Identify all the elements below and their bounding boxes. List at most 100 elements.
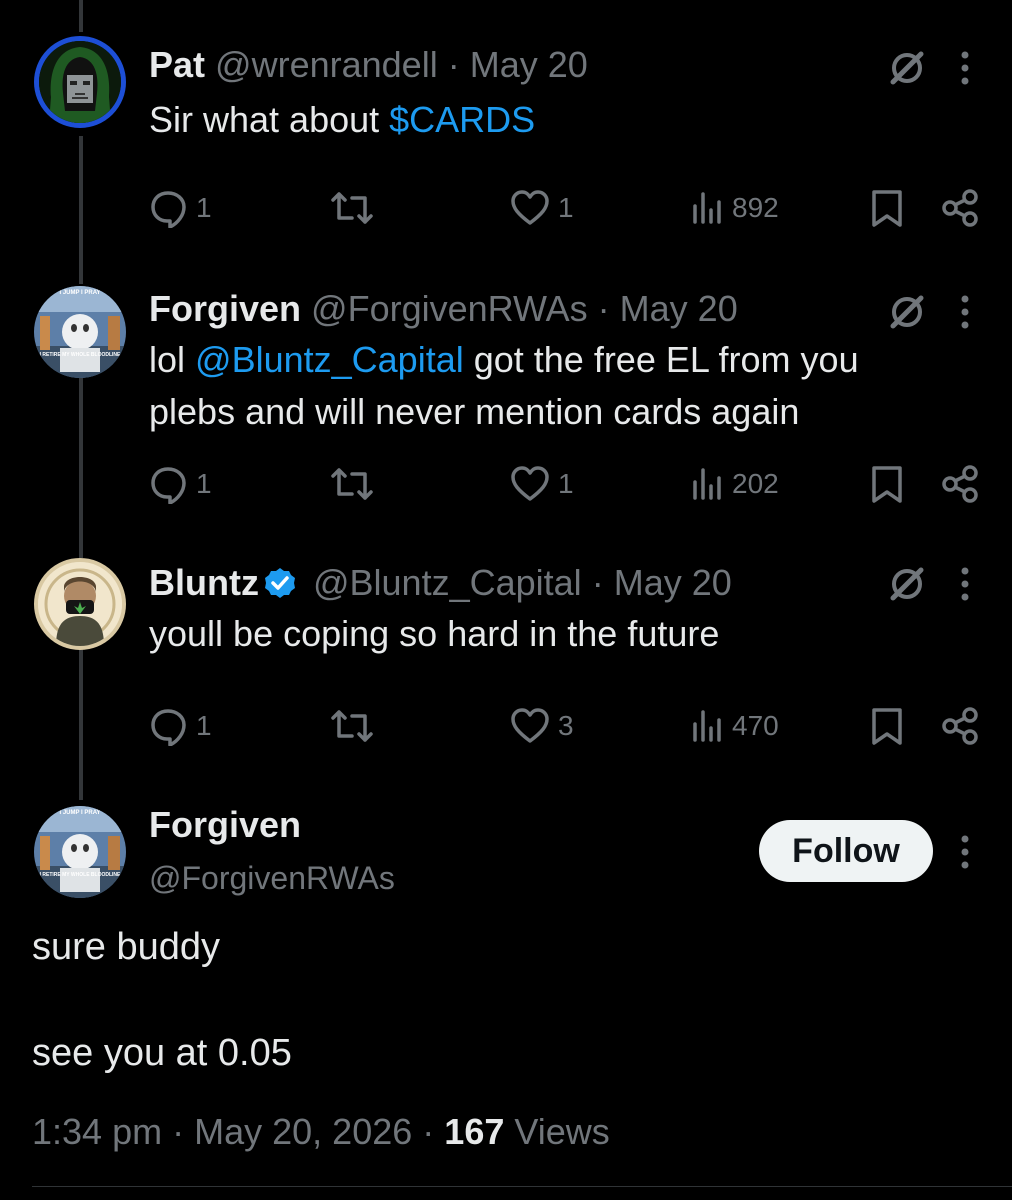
more-icon[interactable] — [955, 48, 975, 88]
view-count: 892 — [732, 192, 779, 223]
mention-link[interactable]: @Bluntz_Capital — [195, 339, 464, 380]
views-label: Views — [504, 1111, 610, 1152]
more-icon[interactable] — [955, 832, 975, 872]
views-icon — [693, 192, 721, 224]
avatar[interactable]: I JUMP I PRAY I RETIRE MY WHOLE BLOODLIN… — [34, 286, 126, 378]
tweet-text-line-2: see you at 0.05 — [32, 1032, 292, 1074]
tweet-pat[interactable]: Pat @wrenrandell · May 20 Sir what about… — [0, 0, 1012, 270]
follow-button[interactable]: Follow — [759, 820, 933, 882]
tweet-bluntz[interactable]: Bluntz @Bluntz_Capital · May 20 youll be… — [0, 540, 1012, 780]
more-icon[interactable] — [955, 292, 975, 332]
author-name[interactable]: Forgiven — [149, 804, 301, 846]
divider — [32, 1186, 1012, 1187]
retweet-icon — [331, 192, 373, 224]
views-icon — [693, 710, 721, 742]
like-icon — [511, 708, 549, 743]
views-button[interactable]: 892 — [692, 188, 779, 228]
grok-icon[interactable] — [887, 292, 927, 332]
reply-count: 1 — [196, 710, 212, 741]
bookmark-icon — [872, 190, 902, 227]
tweet-text: youll be coping so hard in the future — [149, 613, 720, 654]
bookmark-button[interactable] — [870, 464, 904, 504]
retweet-button[interactable] — [330, 706, 374, 746]
action-bar: 1 1 892 — [0, 188, 1012, 238]
like-count: 1 — [558, 192, 574, 223]
share-icon — [942, 465, 978, 503]
avatar-caption-top: I JUMP I PRAY — [59, 810, 101, 816]
retweet-button[interactable] — [330, 464, 374, 504]
like-count: 1 — [558, 468, 574, 499]
views-count: 167 — [444, 1111, 505, 1152]
retweet-button[interactable] — [330, 188, 374, 228]
like-icon — [511, 466, 549, 501]
tweet-time[interactable]: 1:34 pm — [32, 1111, 162, 1152]
author-handle[interactable]: @Bluntz_Capital — [313, 562, 582, 603]
reply-icon — [151, 191, 186, 228]
bluntz-avatar-image — [38, 562, 122, 646]
retweet-icon — [331, 710, 373, 742]
like-button[interactable]: 3 — [510, 706, 574, 746]
grok-icon[interactable] — [887, 48, 927, 88]
grok-icon[interactable] — [887, 564, 927, 604]
forgiven-avatar-image — [34, 806, 126, 898]
separator-dot: · — [591, 562, 604, 603]
cashtag-link[interactable]: $CARDS — [389, 99, 535, 140]
author-handle[interactable]: @wrenrandell — [215, 44, 438, 85]
action-bar: 1 1 202 — [0, 464, 1012, 514]
action-bar: 1 3 470 — [0, 706, 1012, 756]
reply-icon — [151, 709, 186, 746]
view-count: 470 — [732, 710, 779, 741]
author-handle[interactable]: @ForgivenRWAs — [149, 858, 395, 898]
author-name[interactable]: Bluntz — [149, 562, 259, 603]
share-button[interactable] — [940, 464, 980, 504]
like-button[interactable]: 1 — [510, 464, 574, 504]
retweet-icon — [331, 468, 373, 500]
views-button[interactable]: 202 — [692, 464, 779, 504]
tweet-date[interactable]: May 20, 2026 — [194, 1111, 412, 1152]
avatar-caption-bottom: I RETIRE MY WHOLE BLOODLINE — [39, 352, 121, 358]
avatar[interactable]: I JUMP I PRAY I RETIRE MY WHOLE BLOODLIN… — [34, 806, 126, 898]
separator-dot: · — [447, 44, 460, 85]
avatar[interactable] — [34, 558, 126, 650]
reply-count: 1 — [196, 468, 212, 499]
reply-count: 1 — [196, 192, 212, 223]
tweet-text: lol @Bluntz_Capital got the free EL from… — [149, 339, 859, 432]
author-handle[interactable]: @ForgivenRWAs — [311, 288, 588, 329]
reply-button[interactable]: 1 — [148, 464, 212, 504]
author-name[interactable]: Forgiven — [149, 288, 301, 329]
tweet-text: Sir what about $CARDS — [149, 99, 536, 140]
like-button[interactable]: 1 — [510, 188, 574, 228]
bookmark-button[interactable] — [870, 188, 904, 228]
forgiven-avatar-image — [34, 286, 126, 378]
tweet-text-line-1: sure buddy — [32, 926, 221, 968]
separator-dot: · — [172, 1111, 185, 1152]
tweet-forgiven[interactable]: I JUMP I PRAY I RETIRE MY WHOLE BLOODLIN… — [0, 270, 1012, 540]
more-icon[interactable] — [955, 564, 975, 604]
bookmark-icon — [872, 708, 902, 745]
view-count: 202 — [732, 468, 779, 499]
separator-dot: · — [422, 1111, 435, 1152]
views-icon — [693, 468, 721, 500]
avatar[interactable] — [34, 36, 126, 128]
share-button[interactable] — [940, 188, 980, 228]
bookmark-icon — [872, 466, 902, 503]
separator-dot: · — [597, 288, 610, 329]
author-name[interactable]: Pat — [149, 44, 205, 85]
bookmark-button[interactable] — [870, 706, 904, 746]
like-count: 3 — [558, 710, 574, 741]
like-icon — [511, 190, 549, 225]
tweet-date[interactable]: May 20 — [620, 288, 738, 329]
reply-button[interactable]: 1 — [148, 706, 212, 746]
reply-button[interactable]: 1 — [148, 188, 212, 228]
tweet-date[interactable]: May 20 — [470, 44, 588, 85]
tweet-meta: 1:34 pm · May 20, 2026 · 167 Views — [32, 1110, 610, 1154]
avatar-caption-bottom: I RETIRE MY WHOLE BLOODLINE — [39, 872, 121, 878]
verified-badge-icon — [264, 568, 295, 598]
views-button[interactable]: 470 — [692, 706, 779, 746]
reply-icon — [151, 467, 186, 504]
doom-avatar-image — [39, 41, 121, 123]
share-icon — [942, 189, 978, 227]
share-button[interactable] — [940, 706, 980, 746]
tweet-date[interactable]: May 20 — [614, 562, 732, 603]
avatar-caption-top: I JUMP I PRAY — [59, 290, 101, 296]
